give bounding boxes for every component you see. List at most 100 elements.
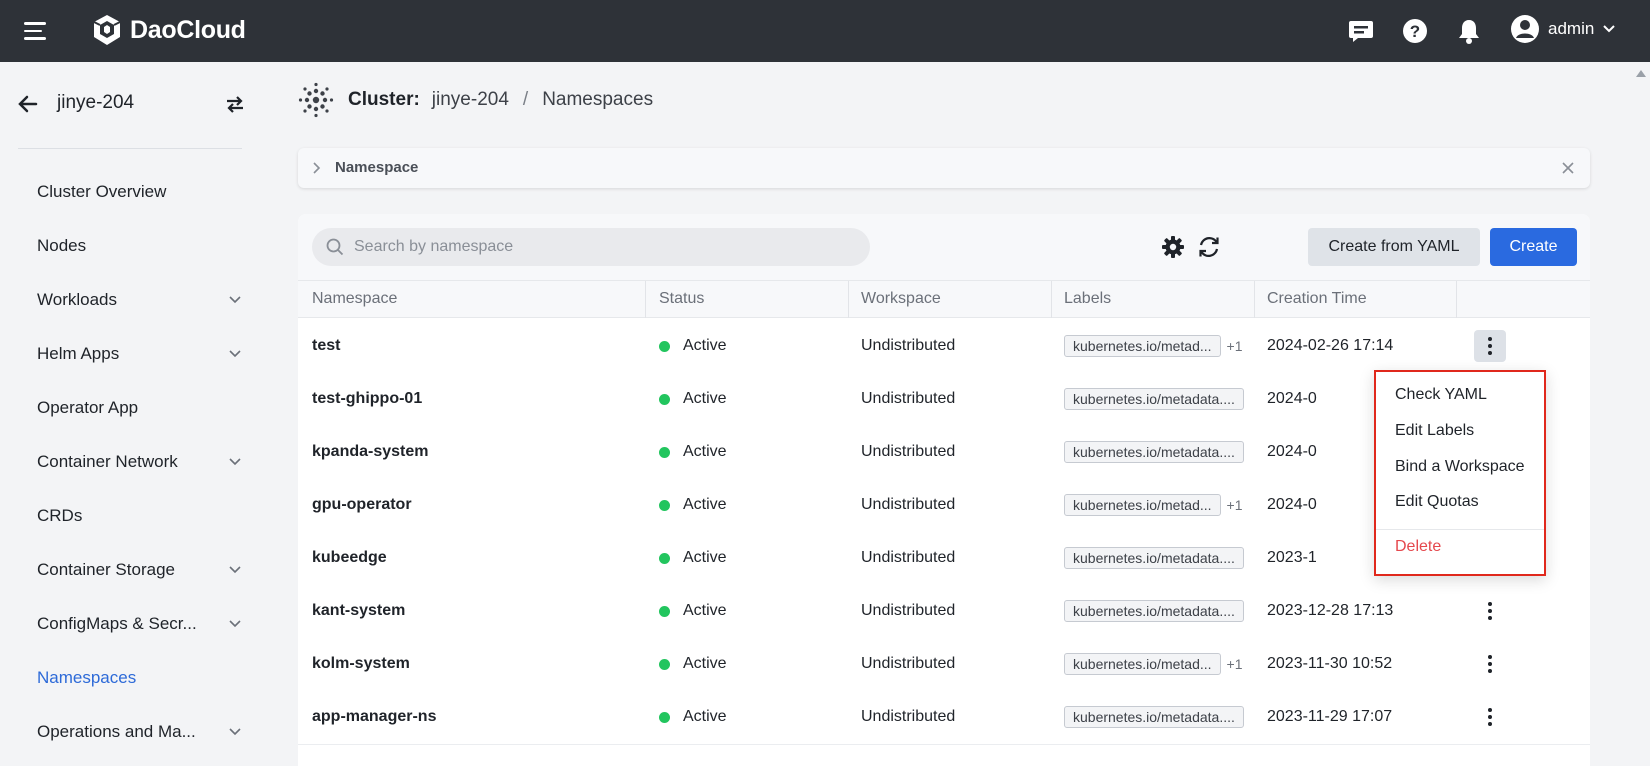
menu-item-check-yaml[interactable]: Check YAML: [1395, 386, 1487, 404]
sidebar-item-label: CRDs: [37, 506, 83, 525]
more-actions-icon[interactable]: [1474, 701, 1506, 733]
sidebar-item[interactable]: Workloads: [0, 278, 260, 322]
row-action-menu: Check YAML Edit Labels Bind a Workspace …: [1374, 370, 1546, 576]
breadcrumb: Cluster: jinye-204 / Namespaces: [298, 82, 653, 118]
label-tag: kubernetes.io/metadata....: [1064, 600, 1244, 622]
sidebar-item[interactable]: Container Network: [0, 440, 260, 484]
creation-time-cell: 2023-11-30 10:52: [1267, 655, 1393, 672]
label-tag: kubernetes.io/metad...: [1064, 494, 1221, 516]
column-header-workspace[interactable]: Workspace: [861, 290, 941, 308]
refresh-icon[interactable]: [1196, 234, 1222, 260]
top-bar: DaoCloud ? admin: [0, 0, 1650, 62]
status-dot-icon: [659, 658, 670, 670]
sidebar: jinye-204 Cluster Overview Nodes Workloads…: [0, 62, 260, 766]
labels-cell: kubernetes.io/metadata....: [1064, 583, 1244, 639]
labels-cell: kubernetes.io/metad... +1: [1064, 477, 1243, 533]
labels-cell: kubernetes.io/metadata....: [1064, 371, 1244, 427]
status-text: Active: [683, 443, 727, 460]
sidebar-item[interactable]: Container Storage: [0, 548, 260, 592]
table-row: kant-system Active Undistributed kubernetes…: [298, 583, 1590, 639]
workspace-cell: Undistributed: [861, 549, 956, 566]
scroll-up-icon[interactable]: [1636, 70, 1646, 77]
table-row: kolm-system Active Undistributed kubernetes…: [298, 636, 1590, 692]
chevron-down-icon: [229, 566, 241, 574]
sidebar-item-label: Operator App: [37, 398, 139, 417]
sidebar-item[interactable]: Operator App: [0, 386, 260, 430]
sidebar-item[interactable]: ConfigMaps & Secr...: [0, 602, 260, 646]
sidebar-item-label: Container Storage: [37, 560, 175, 579]
daocloud-logo[interactable]: DaoCloud: [90, 13, 246, 47]
column-header-labels[interactable]: Labels: [1064, 290, 1111, 308]
status-text: Active: [683, 655, 727, 672]
namespace-name-link[interactable]: test-ghippo-01: [312, 371, 422, 427]
namespace-name-link[interactable]: kubeedge: [312, 530, 387, 586]
more-actions-icon[interactable]: [1474, 330, 1506, 362]
namespace-name-link[interactable]: app-manager-ns: [312, 689, 436, 745]
menu-item-delete[interactable]: Delete: [1395, 538, 1441, 556]
workspace-cell: Undistributed: [861, 602, 956, 619]
chevron-right-icon[interactable]: [312, 162, 322, 174]
column-header-namespace[interactable]: Namespace: [312, 290, 397, 308]
menu-item-edit-quotas[interactable]: Edit Quotas: [1395, 493, 1479, 511]
column-header-status[interactable]: Status: [659, 290, 704, 308]
sidebar-item[interactable]: Cluster Overview: [0, 170, 260, 214]
scrollbar[interactable]: [1628, 62, 1650, 766]
user-menu[interactable]: admin: [1510, 14, 1616, 44]
namespace-name-link[interactable]: kpanda-system: [312, 424, 429, 480]
sidebar-item[interactable]: CRDs: [0, 494, 260, 538]
namespace-name-link[interactable]: gpu-operator: [312, 477, 412, 533]
status-dot-icon: [659, 499, 670, 511]
sidebar-cluster-name: jinye-204: [57, 92, 135, 113]
column-header-creation-time[interactable]: Creation Time: [1267, 290, 1367, 308]
breadcrumb-separator: /: [522, 89, 529, 110]
sidebar-item-label: Container Network: [37, 452, 178, 471]
menu-item-edit-labels[interactable]: Edit Labels: [1395, 422, 1474, 440]
workspace-cell: Undistributed: [861, 655, 956, 672]
sidebar-divider: [18, 148, 242, 149]
message-icon[interactable]: [1347, 17, 1375, 45]
status-dot-icon: [659, 393, 670, 405]
search-input[interactable]: [354, 238, 834, 256]
table-header: Namespace Status Workspace Labels Creati…: [298, 280, 1590, 319]
status-dot-icon: [659, 605, 670, 617]
status-cell: Active: [659, 371, 727, 427]
more-labels-count[interactable]: +1: [1227, 656, 1243, 672]
bell-icon[interactable]: [1455, 17, 1483, 45]
create-from-yaml-button[interactable]: Create from YAML: [1308, 228, 1480, 266]
help-icon[interactable]: ?: [1401, 17, 1429, 45]
menu-item-bind-workspace[interactable]: Bind a Workspace: [1395, 458, 1525, 476]
labels-cell: kubernetes.io/metadata....: [1064, 530, 1244, 586]
chevron-down-icon: [229, 728, 241, 736]
label-tag: kubernetes.io/metadata....: [1064, 441, 1244, 463]
create-button[interactable]: Create: [1490, 228, 1577, 266]
chevron-down-icon: [229, 350, 241, 358]
namespace-name-link[interactable]: test: [312, 318, 340, 374]
status-cell: Active: [659, 477, 727, 533]
close-icon[interactable]: [1560, 160, 1576, 176]
namespace-bar-label: Namespace: [335, 159, 419, 176]
sidebar-item[interactable]: Operations and Ma...: [0, 710, 260, 754]
breadcrumb-label: Cluster:: [348, 89, 420, 110]
more-labels-count[interactable]: +1: [1227, 497, 1243, 513]
gear-icon[interactable]: [1160, 234, 1186, 260]
sidebar-item[interactable]: Nodes: [0, 224, 260, 268]
more-actions-icon[interactable]: [1474, 648, 1506, 680]
user-name: admin: [1548, 19, 1595, 38]
more-actions-icon[interactable]: [1474, 595, 1506, 627]
sidebar-item[interactable]: Namespaces: [0, 656, 260, 700]
namespace-name-link[interactable]: kant-system: [312, 583, 405, 639]
back-arrow-icon[interactable]: [16, 92, 40, 116]
namespace-name-link[interactable]: kolm-system: [312, 636, 410, 692]
column-divider: [645, 281, 646, 319]
table-toolbar: Create from YAML Create: [298, 214, 1590, 280]
sidebar-item-label: Nodes: [37, 236, 87, 255]
breadcrumb-cluster-link[interactable]: jinye-204: [432, 89, 509, 111]
menu-icon[interactable]: [24, 22, 48, 40]
table-row: test Active Undistributed kubernetes.io/met…: [298, 318, 1590, 374]
sidebar-item[interactable]: Helm Apps: [0, 332, 260, 376]
switch-cluster-icon[interactable]: [224, 93, 246, 115]
search-box[interactable]: [312, 228, 870, 266]
status-text: Active: [683, 496, 727, 513]
more-labels-count[interactable]: +1: [1227, 338, 1243, 354]
status-dot-icon: [659, 340, 670, 352]
